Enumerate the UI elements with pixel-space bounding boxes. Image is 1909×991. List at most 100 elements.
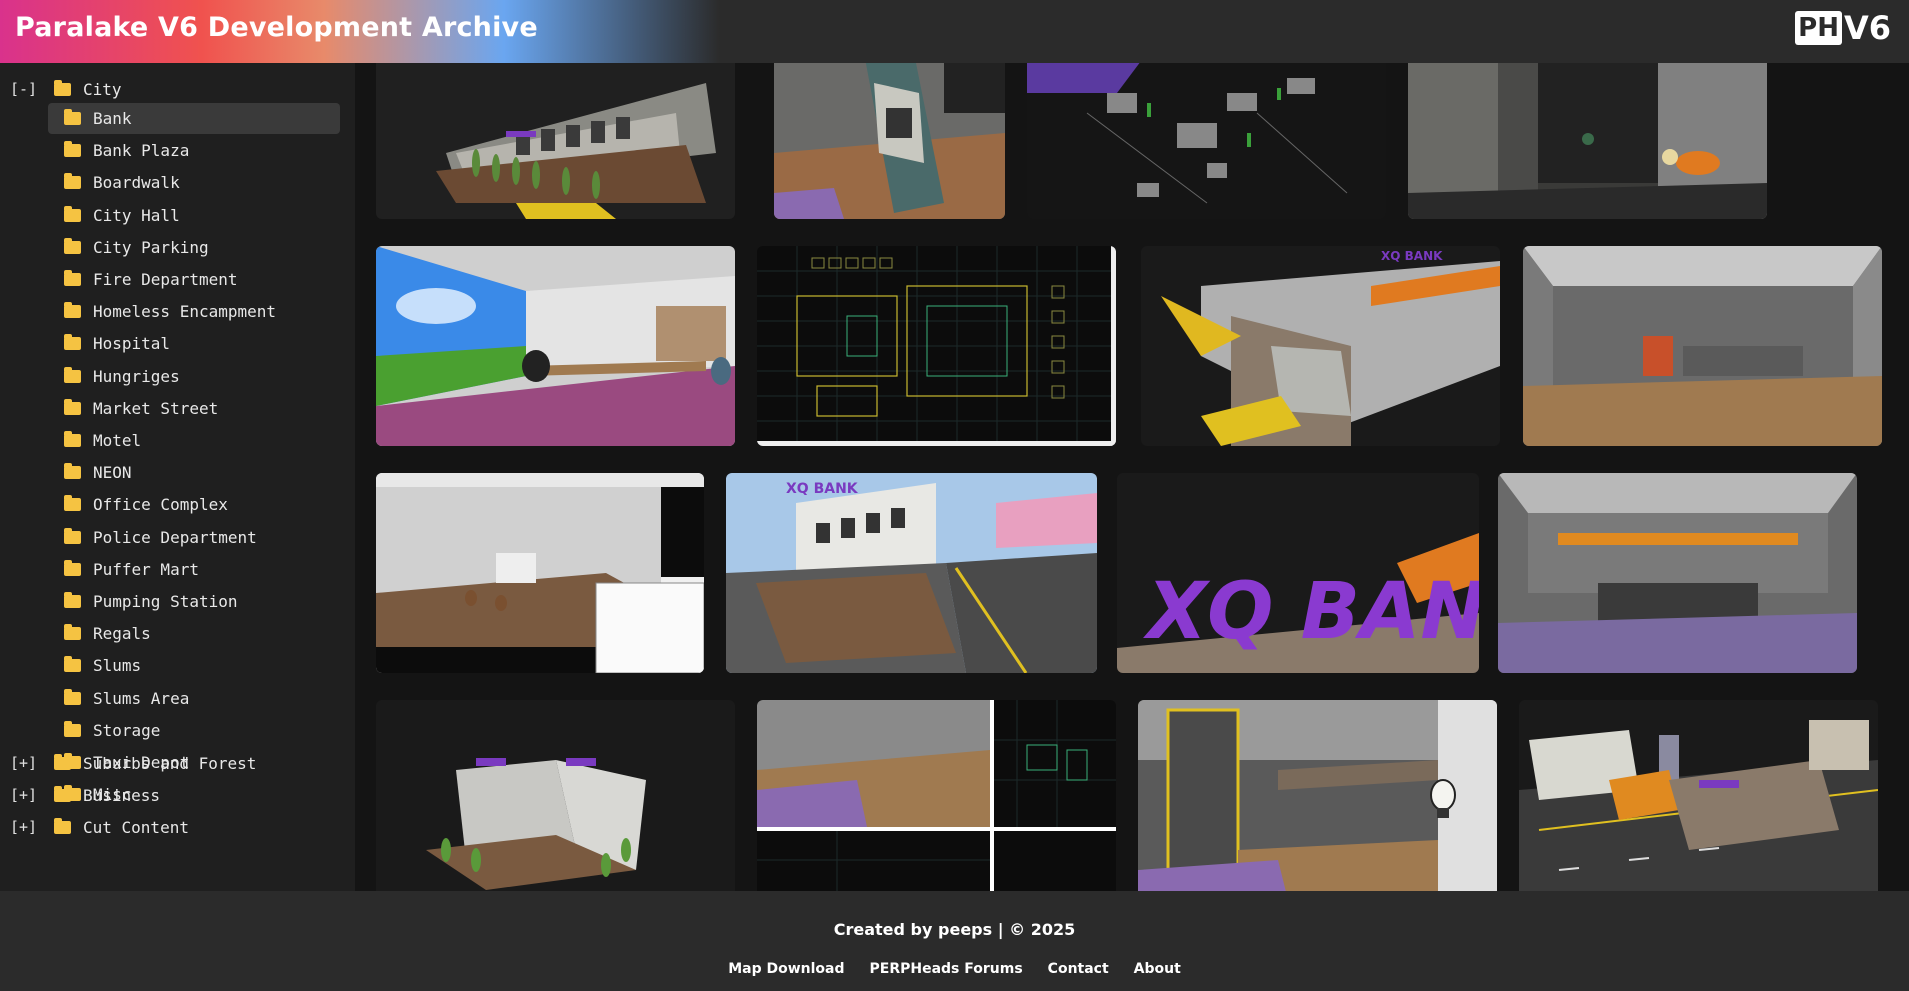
gallery-image-lobby-lightbulb[interactable] [1138,700,1497,891]
footer-link-forums[interactable]: PERPHeads Forums [870,961,1023,977]
tree-label: Homeless Encampment [93,302,277,322]
image-gallery: XQ BANK XQ BANK XQ BA [355,63,1909,891]
phv6-logo[interactable]: PH V6 [1795,8,1891,48]
folder-icon [64,398,81,415]
gallery-image-floorplan-wireframe[interactable] [757,246,1116,446]
tree-item-bank-plaza[interactable]: Bank Plaza [48,135,340,166]
tree-item-motel[interactable]: Motel [48,425,340,456]
tree-label: City Parking [93,237,209,257]
logo-v6: V6 [1843,9,1891,47]
folder-icon [64,656,81,673]
folder-icon [64,173,81,190]
gallery-image-editor-four-viewports[interactable] [757,700,1116,891]
gallery-image-interior-wireframe-props[interactable] [1027,63,1386,219]
folder-tree-sidebar: [-] City Bank Bank Plaza Boardwalk City Hal… [0,63,355,891]
tree-label: City Hall [93,205,180,225]
tree-label: Hungriges [93,366,180,386]
tree-item-bank[interactable]: Bank [48,103,340,134]
folder-icon [64,366,81,383]
gallery-image-xq-bank-sign[interactable]: XQ BANK [1117,473,1479,673]
expand-toggle[interactable]: [+] [10,786,54,804]
folder-icon [64,302,81,319]
gallery-image-bank-building-isometric[interactable] [376,700,735,891]
tree-item-slums[interactable]: Slums [48,650,340,681]
tree-item-fire-department[interactable]: Fire Department [48,264,340,295]
tree-label: Office Complex [93,495,228,515]
tree-item-slums-area[interactable]: Slums Area [48,683,340,714]
tree-label: Motel [93,431,142,450]
sign-small: XQ BANK [1381,249,1443,263]
sign-large: XQ BANK [1143,567,1479,657]
gallery-image-grey-interior-hall[interactable] [1523,246,1882,446]
collapse-toggle[interactable]: [-] [10,80,54,98]
gallery-image-atm-closeup[interactable] [774,63,1005,219]
folder-icon [64,431,81,447]
tree-item-hungriges[interactable]: Hungriges [48,361,340,392]
tree-label: NEON [93,463,132,483]
folder-icon [64,463,81,480]
folder-icon [54,785,71,802]
tree-item-market-street[interactable]: Market Street [48,393,340,424]
footer-link-map-download[interactable]: Map Download [728,961,844,977]
tree-item-neon[interactable]: NEON [48,457,340,488]
tree-label: Bank Plaza [93,141,190,161]
tree-item-boardwalk[interactable]: Boardwalk [48,167,340,198]
logo-ph: PH [1795,11,1842,45]
tree-label: Hospital [93,334,171,354]
tree-item-office-complex[interactable]: Office Complex [48,489,340,520]
folder-icon [64,205,81,222]
tree-label: Boardwalk [93,173,180,193]
expand-toggle[interactable]: [+] [10,754,54,772]
tree-root-cut-content[interactable]: [+] Cut Content [10,813,189,841]
folder-icon [64,688,81,705]
tree-item-city-hall[interactable]: City Hall [48,200,340,231]
folder-icon [64,624,81,641]
tree-label: Police Department [93,527,257,547]
folder-icon [54,753,71,770]
tree-root-suburbs-and-forest[interactable]: [+] Suburbs and Forest [10,749,256,777]
tree-item-pumping-station[interactable]: Pumping Station [48,586,340,617]
sign-top: XQ BANK [786,481,859,497]
tree-label: Regals [93,624,151,644]
folder-icon [54,79,71,96]
tree-label: Slums Area [93,688,190,708]
tree-item-puffer-mart[interactable]: Puffer Mart [48,554,340,585]
tree-item-storage[interactable]: Storage [48,715,340,746]
tree-label: Slums [93,656,142,676]
tree-root-business[interactable]: [+] Business [10,781,160,809]
footer-link-contact[interactable]: Contact [1048,961,1109,977]
tree-item-city-parking[interactable]: City Parking [48,232,340,263]
gallery-image-glass-entrance-top[interactable]: XQ BANK [1141,246,1500,446]
tree-label: City [83,79,122,99]
site-header: Paralake V6 Development Archive PH V6 [0,0,1909,63]
folder-icon [64,495,81,512]
tree-root-city[interactable]: [-] City [10,75,122,103]
gallery-image-orange-counter-interior[interactable] [1498,473,1857,673]
tree-label: Suburbs and Forest [83,753,257,773]
tree-item-regals[interactable]: Regals [48,618,340,649]
gallery-image-street-overview[interactable] [1519,700,1878,891]
tree-label: Market Street [93,398,219,418]
footer-link-about[interactable]: About [1134,961,1181,977]
tree-label: Cut Content [83,817,189,837]
folder-icon [64,334,81,351]
tree-item-homeless-encampment[interactable]: Homeless Encampment [48,296,340,327]
gallery-image-office-desk-xp-wallpaper[interactable] [376,246,735,446]
site-title[interactable]: Paralake V6 Development Archive [15,12,538,43]
gallery-image-hammer-editor-screenshot[interactable] [376,473,704,673]
expand-toggle[interactable]: [+] [10,818,54,836]
folder-icon [64,720,81,737]
tree-label: Bank [93,109,132,128]
folder-icon [54,817,71,834]
folder-icon [64,270,81,286]
tree-label: Storage [93,720,161,740]
gallery-image-bank-exterior-street[interactable] [376,63,735,219]
folder-icon [64,237,81,254]
tree-item-hospital[interactable]: Hospital [48,328,340,359]
footer-links: Map Download PERPHeads Forums Contact Ab… [0,961,1909,977]
tree-item-police-department[interactable]: Police Department [48,522,340,553]
gallery-image-xq-bank-street-view[interactable]: XQ BANK [726,473,1097,673]
gallery-image-dark-room-lamp[interactable] [1408,63,1767,219]
folder-icon [64,109,81,125]
tree-label: Puffer Mart [93,559,199,579]
